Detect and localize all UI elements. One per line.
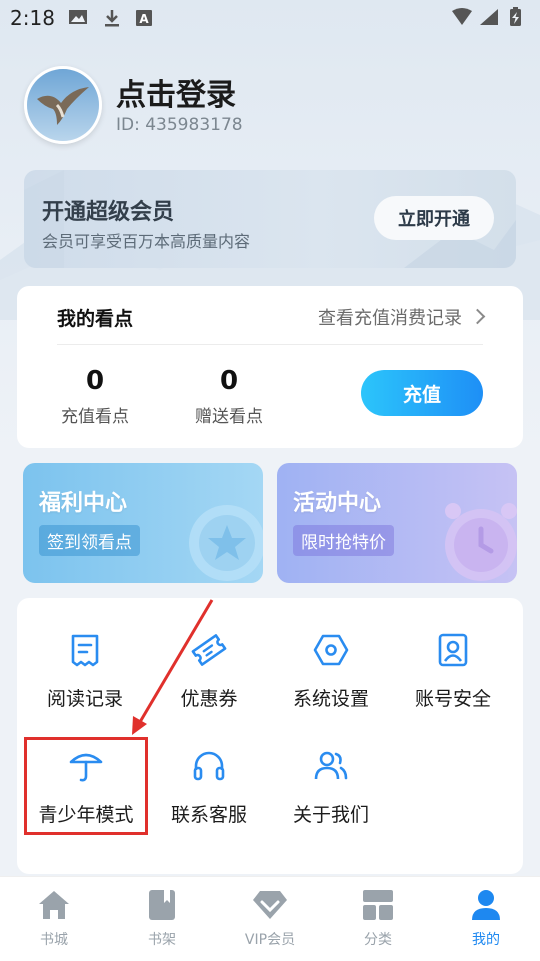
vip-card[interactable]: 开通超级会员 会员可享受百万本高质量内容 立即开通 [24,170,516,268]
welfare-center-card[interactable]: 福利中心 签到领看点 [23,463,263,583]
tab-category-label: 分类 [364,932,392,948]
home-icon [0,885,108,925]
tab-mine-label: 我的 [472,932,500,948]
account-id-icon [391,630,515,670]
recharge-history-link[interactable]: 查看充值消费记录 [318,304,486,330]
status-time: 2:18 [10,6,55,30]
activity-center-card[interactable]: 活动中心 限时抢特价 [277,463,517,583]
users-icon [269,746,393,786]
login-prompt[interactable]: 点击登录 [116,70,236,114]
tab-bookstore-label: 书城 [40,932,68,948]
points-title: 我的看点 [57,308,134,330]
status-bar: 2:18 A [0,0,540,36]
tab-mine[interactable]: 我的 [432,885,540,949]
menu-about-us[interactable]: 关于我们 [269,746,393,827]
menu-customer-service[interactable]: 联系客服 [147,746,271,827]
image-icon [68,8,88,30]
bottom-tab-bar: 书城 书架 VIP会员 分类 我的 [0,876,540,961]
about-us-label: 关于我们 [292,804,369,826]
user-id: ID: 435983178 [116,115,243,135]
activity-tag: 限时抢特价 [293,525,394,556]
menu-reading-history[interactable]: 阅读记录 [23,630,147,711]
gift-points-label: 赠送看点 [195,407,263,427]
grid-icon [324,885,432,925]
coupons-label: 优惠券 [180,688,238,710]
tab-vip[interactable]: VIP会员 [216,885,324,949]
recharge-points-stat[interactable]: 0 充值看点 [45,366,145,427]
ticket-icon [147,630,271,670]
gift-points-stat[interactable]: 0 赠送看点 [179,366,279,427]
settings-icon [269,630,393,670]
tab-category[interactable]: 分类 [324,885,432,949]
diamond-icon [216,885,324,925]
divider [57,344,483,345]
account-security-label: 账号安全 [414,688,491,710]
bookshelf-icon [108,885,216,925]
menu-coupons[interactable]: 优惠券 [147,630,271,711]
vip-title: 开通超级会员 [42,200,175,225]
welfare-tag: 签到领看点 [39,525,140,556]
activity-title: 活动中心 [293,491,382,516]
signal-icon [480,9,498,25]
points-card: 我的看点 查看充值消费记录 0 充值看点 0 赠送看点 充值 [17,286,523,448]
coin-star-icon [189,505,263,581]
welfare-title: 福利中心 [39,491,128,516]
menu-account-security[interactable]: 账号安全 [391,630,515,711]
recharge-points-value: 0 [85,366,105,396]
user-icon [432,885,540,925]
tab-vip-label: VIP会员 [244,932,296,948]
open-vip-button[interactable]: 立即开通 [374,196,494,240]
download-icon [102,8,122,32]
recharge-button[interactable]: 充值 [361,370,483,416]
menu-settings[interactable]: 系统设置 [269,630,393,711]
keyboard-a-icon: A [134,8,154,32]
tab-bookshelf[interactable]: 书架 [108,885,216,949]
tab-bookshelf-label: 书架 [148,932,176,948]
recharge-points-label: 充值看点 [61,407,129,427]
reading-history-icon [23,630,147,670]
svg-text:A: A [139,12,149,26]
recharge-history-label: 查看充值消费记录 [318,308,462,329]
highlight-box [24,737,148,835]
wifi-icon [452,8,472,25]
tab-bookstore[interactable]: 书城 [0,885,108,949]
avatar[interactable] [24,66,102,144]
reading-history-label: 阅读记录 [46,688,123,710]
headset-icon [147,746,271,786]
gift-points-value: 0 [219,366,239,396]
customer-service-label: 联系客服 [170,804,247,826]
chevron-right-icon [469,308,486,325]
vip-subtitle: 会员可享受百万本高质量内容 [42,232,251,251]
settings-label: 系统设置 [292,688,369,710]
alarm-clock-icon [445,503,517,581]
status-right-icons [450,7,530,33]
